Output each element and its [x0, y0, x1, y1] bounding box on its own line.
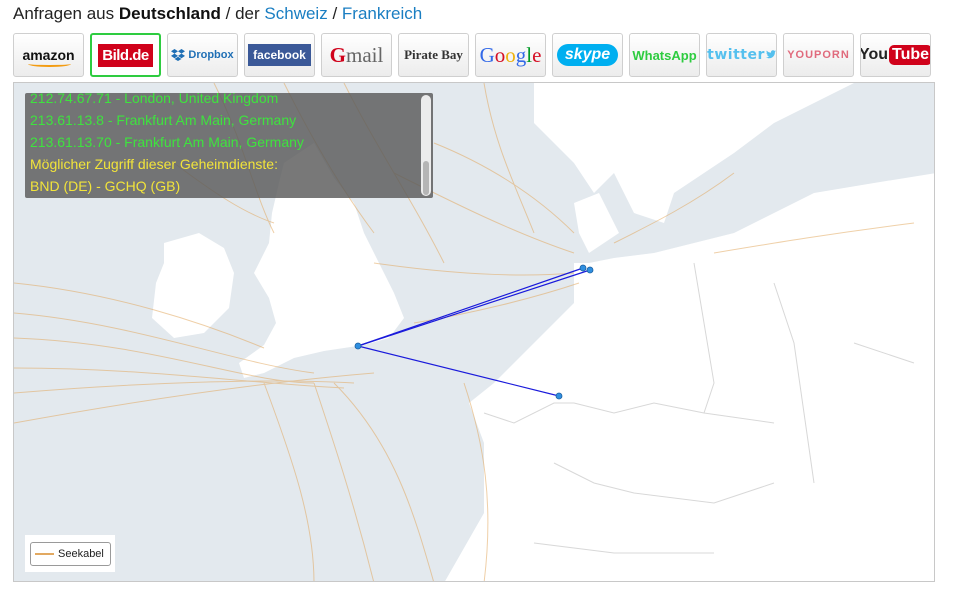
- skype-logo: skype: [556, 44, 619, 66]
- route-node-frankfurt: [579, 264, 587, 272]
- legend-item: Seekabel: [30, 541, 111, 566]
- country-link-frankreich[interactable]: Frankreich: [342, 4, 422, 23]
- site-button-youtube[interactable]: You Tube: [860, 33, 931, 77]
- site-button-youporn[interactable]: YOUPORN: [783, 33, 854, 77]
- youtube-logo: You Tube: [861, 45, 930, 65]
- hop-line: 213.61.13.8 - Frankfurt Am Main, Germany: [30, 112, 297, 128]
- map-legend: Seekabel: [25, 535, 115, 572]
- google-logo: Google: [479, 42, 542, 67]
- amazon-logo: amazon: [22, 47, 75, 67]
- site-button-facebook[interactable]: facebook: [244, 33, 315, 77]
- site-button-gmail[interactable]: Gmail: [321, 33, 392, 77]
- site-selector-bar: amazon Bild.de Dropbox facebook Gmail Pi…: [13, 33, 931, 77]
- gmail-logo: Gmail: [329, 42, 384, 67]
- site-button-whatsapp[interactable]: WhatsApp: [629, 33, 700, 77]
- agency-list: BND (DE) - GCHQ (GB): [30, 178, 181, 194]
- piratebay-logo: Pirate Bay: [404, 47, 463, 62]
- dropbox-label: Dropbox: [188, 49, 234, 61]
- page-heading: Anfragen aus Deutschland / der Schweiz /…: [13, 4, 422, 24]
- site-button-piratebay[interactable]: Pirate Bay: [398, 33, 469, 77]
- route-node-london: [354, 342, 362, 350]
- heading-separator: / der: [225, 4, 260, 23]
- site-button-amazon[interactable]: amazon: [13, 33, 84, 77]
- heading-prefix: Anfragen aus: [13, 4, 115, 23]
- site-button-skype[interactable]: skype: [552, 33, 623, 77]
- legend-label: Seekabel: [58, 547, 104, 560]
- cable-swatch-icon: [35, 552, 54, 555]
- site-button-google[interactable]: Google: [475, 33, 546, 77]
- site-button-bild[interactable]: Bild.de: [90, 33, 161, 77]
- dropbox-icon: [171, 49, 186, 61]
- twitter-bird-icon: [765, 50, 776, 59]
- route-node-frankfurt: [586, 266, 594, 274]
- hop-line: 213.61.13.70 - Frankfurt Am Main, German…: [30, 134, 304, 150]
- youporn-logo: YOUPORN: [787, 49, 850, 61]
- twitter-logo: twitter: [707, 47, 776, 63]
- hop-line: 212.74.67.71 - London, United Kingdom: [30, 93, 279, 106]
- agency-heading: Möglicher Zugriff dieser Geheimdienste:: [30, 156, 278, 172]
- heading-separator: /: [332, 4, 338, 23]
- site-button-twitter[interactable]: twitter: [706, 33, 777, 77]
- whatsapp-logo: WhatsApp: [632, 47, 697, 63]
- info-panel: 212.74.67.71 - London, United Kingdom 21…: [25, 93, 433, 198]
- route-node: [555, 392, 563, 400]
- map-view[interactable]: 212.74.67.71 - London, United Kingdom 21…: [13, 82, 935, 582]
- facebook-logo: facebook: [248, 44, 311, 66]
- country-link-schweiz[interactable]: Schweiz: [264, 4, 327, 23]
- scrollbar-thumb[interactable]: [423, 161, 429, 195]
- dropbox-logo: Dropbox: [171, 49, 234, 61]
- info-scrollbar[interactable]: [421, 95, 431, 196]
- site-button-dropbox[interactable]: Dropbox: [167, 33, 238, 77]
- bild-logo: Bild.de: [98, 43, 153, 67]
- active-country: Deutschland: [118, 4, 221, 23]
- info-lines: 212.74.67.71 - London, United Kingdom 21…: [30, 93, 415, 197]
